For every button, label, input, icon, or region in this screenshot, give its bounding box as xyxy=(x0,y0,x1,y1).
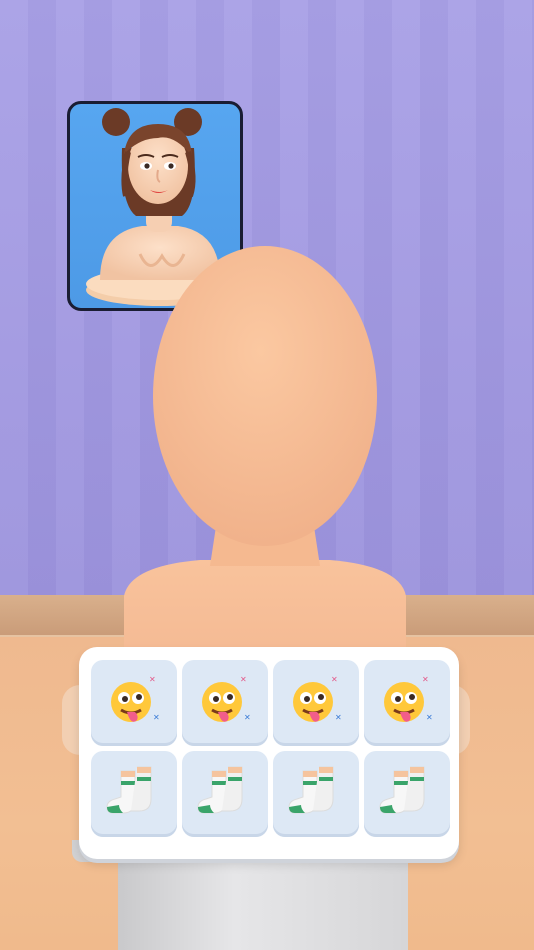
svg-text:✕: ✕ xyxy=(149,675,156,684)
tongue-out-emoji-icon: ✕ ✕ xyxy=(293,675,342,722)
svg-text:✕: ✕ xyxy=(335,713,342,722)
socks-icon xyxy=(379,766,425,814)
svg-text:✕: ✕ xyxy=(244,713,251,722)
socks-option-2[interactable] xyxy=(182,751,268,837)
emoji-option-2[interactable]: ✕ ✕ xyxy=(182,660,268,746)
socks-icon xyxy=(197,766,243,814)
emoji-option-3[interactable]: ✕ ✕ xyxy=(273,660,359,746)
svg-text:✕: ✕ xyxy=(426,713,433,722)
svg-text:✕: ✕ xyxy=(240,675,247,684)
socks-option-3[interactable] xyxy=(273,751,359,837)
tongue-out-emoji-icon: ✕ ✕ xyxy=(384,675,433,722)
display-stand xyxy=(118,855,408,950)
emoji-option-4[interactable]: ✕ ✕ xyxy=(364,660,450,746)
socks-icon xyxy=(288,766,334,814)
svg-text:✕: ✕ xyxy=(153,713,160,722)
socks-option-4[interactable] xyxy=(364,751,450,837)
socks-option-1[interactable] xyxy=(91,751,177,837)
emoji-option-1[interactable]: ✕ ✕ xyxy=(91,660,177,746)
svg-text:✕: ✕ xyxy=(331,675,338,684)
tongue-out-emoji-icon: ✕ ✕ xyxy=(111,675,160,722)
item-selection-panel: ✕ ✕ ✕ ✕ ✕ ✕ ✕ ✕ xyxy=(79,647,459,859)
tongue-out-emoji-icon: ✕ ✕ xyxy=(202,675,251,722)
socks-icon xyxy=(106,766,152,814)
svg-text:✕: ✕ xyxy=(422,675,429,684)
